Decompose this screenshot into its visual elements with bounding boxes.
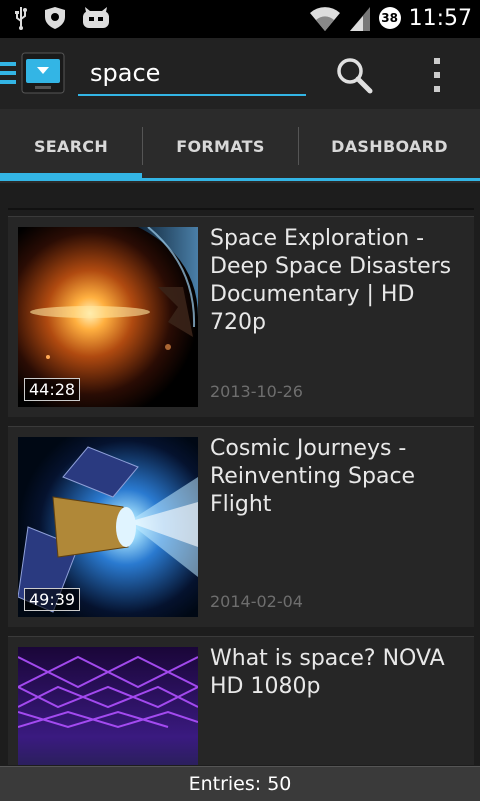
- tab-bar: SEARCH FORMATS DASHBOARD: [0, 109, 480, 183]
- tab-formats[interactable]: FORMATS: [143, 109, 298, 183]
- video-thumbnail[interactable]: 44:28: [18, 227, 198, 407]
- status-bar: 38 11:57: [0, 0, 480, 38]
- video-date: 2014-02-04: [210, 592, 303, 611]
- video-title[interactable]: Space Exploration - Deep Space Disasters…: [210, 225, 470, 337]
- duration-badge: 49:39: [24, 588, 81, 611]
- results-list[interactable]: 44:28 Space Exploration - Deep Space Dis…: [0, 183, 480, 765]
- notification-badge: 38: [378, 7, 401, 29]
- list-item[interactable]: 49:39 Cosmic Journeys - Reinventing Spac…: [8, 426, 474, 627]
- tab-indicator-selected: [0, 173, 142, 181]
- cyanogen-icon: [83, 7, 109, 28]
- video-thumbnail[interactable]: 49:39: [18, 437, 198, 617]
- action-bar: [0, 38, 480, 109]
- usb-icon: [15, 7, 27, 30]
- search-input[interactable]: [78, 52, 306, 96]
- tab-search[interactable]: SEARCH: [0, 109, 142, 183]
- video-thumbnail[interactable]: [18, 647, 198, 765]
- signal-icon: [349, 7, 370, 31]
- list-item[interactable]: What is space? NOVA HD 1080p: [8, 636, 474, 765]
- wifi-icon: [309, 7, 340, 31]
- video-title[interactable]: What is space? NOVA HD 1080p: [210, 645, 470, 701]
- duration-badge: 44:28: [24, 378, 81, 401]
- list-item[interactable]: 44:28 Space Exploration - Deep Space Dis…: [8, 216, 474, 417]
- video-title[interactable]: Cosmic Journeys - Reinventing Space Flig…: [210, 435, 470, 519]
- overflow-menu-icon[interactable]: [430, 58, 444, 92]
- app-icon[interactable]: [21, 52, 65, 94]
- search-icon[interactable]: [334, 56, 374, 96]
- list-divider: [8, 208, 474, 210]
- shield-icon: [45, 7, 65, 29]
- entries-count: Entries: 50: [0, 766, 480, 801]
- video-date: 2013-10-26: [210, 382, 303, 401]
- tab-dashboard[interactable]: DASHBOARD: [299, 109, 480, 183]
- clock: 11:57: [408, 5, 472, 31]
- menu-icon[interactable]: [0, 62, 16, 84]
